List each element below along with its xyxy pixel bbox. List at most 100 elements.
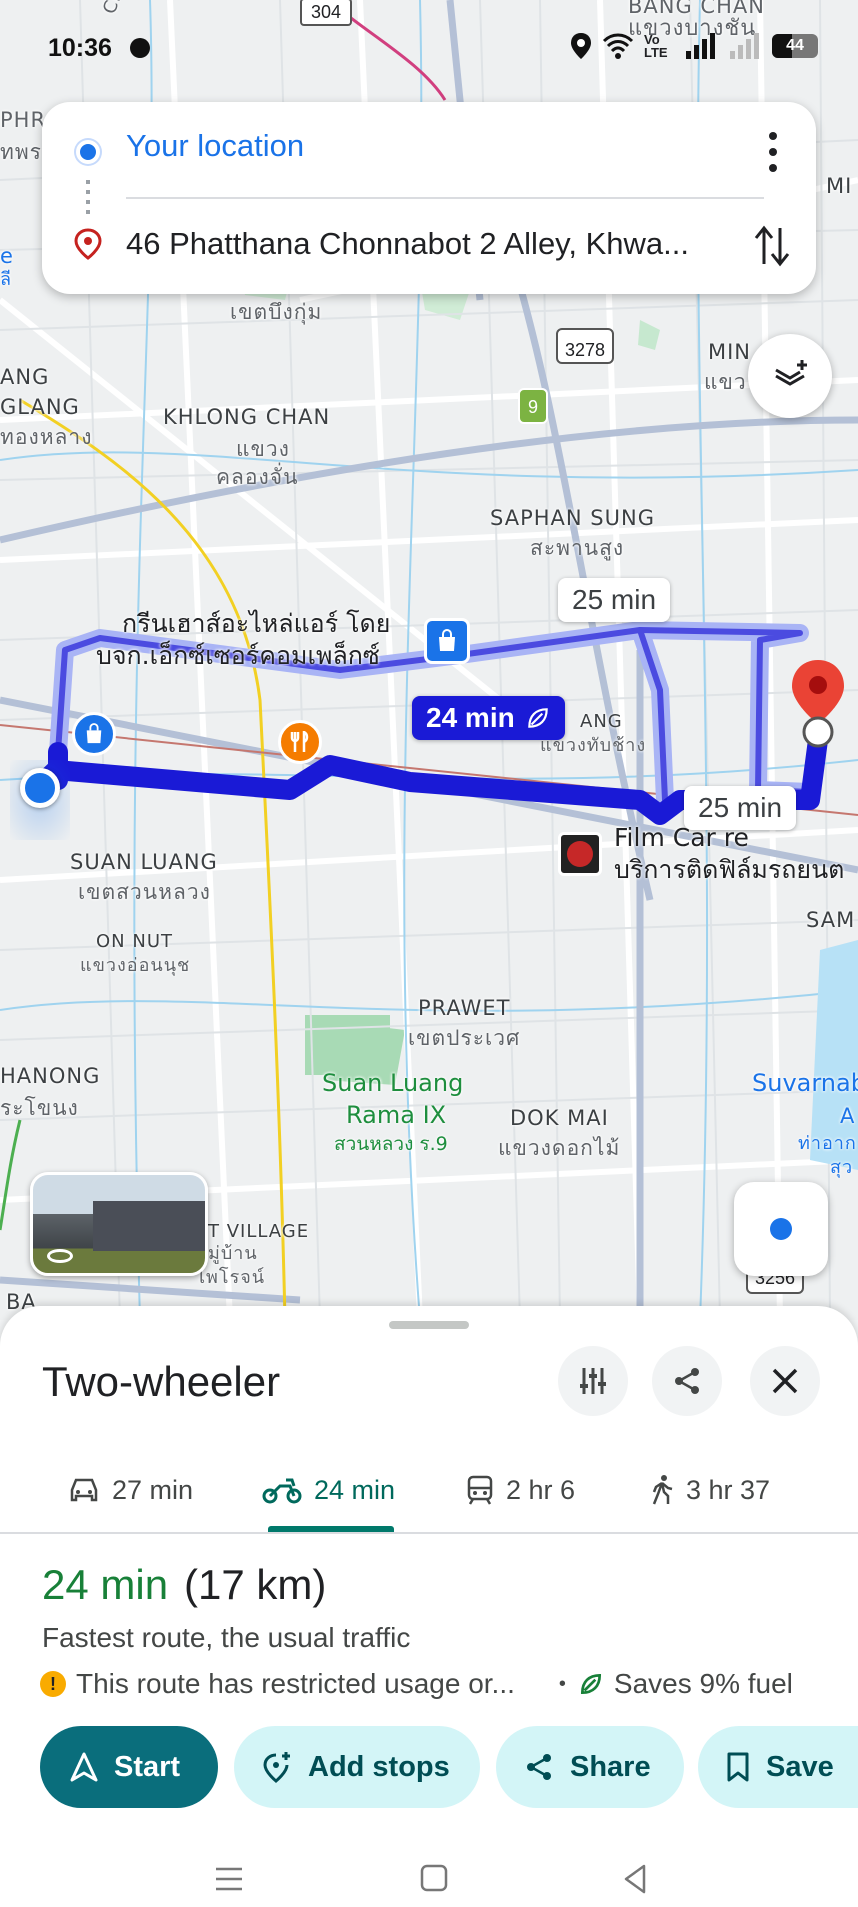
action-buttons: Start Add stops Share Save [40, 1726, 858, 1810]
separator-dot: • [558, 1672, 566, 1695]
map-label-suvarnab: Suvarnab [752, 1069, 858, 1097]
recenter-button[interactable] [734, 1182, 828, 1276]
share-button[interactable]: Share [496, 1726, 684, 1808]
add-stops-button[interactable]: Add stops [234, 1726, 480, 1808]
motorbike-icon [262, 1478, 302, 1504]
route-options-button[interactable] [558, 1346, 628, 1416]
fuel-savings-text: Saves 9% fuel [613, 1668, 793, 1699]
route-bubble-alt-1[interactable]: 25 min [558, 578, 671, 622]
share-icon [527, 1754, 551, 1780]
restaurant-icon[interactable] [278, 720, 322, 764]
current-location-dot [20, 768, 60, 808]
save-button[interactable]: Save [698, 1726, 858, 1808]
shopping-bag-icon[interactable] [424, 618, 470, 664]
start-button[interactable]: Start [40, 1726, 218, 1808]
home-icon[interactable] [420, 1864, 448, 1892]
tab-car-label: 27 min [112, 1474, 194, 1505]
map-label-edge-thai: ลี [0, 269, 13, 290]
map-label-suan-luang-thai: เขตสวนหลวง [78, 880, 211, 904]
origin-dot-icon [76, 140, 100, 164]
map-label-prawet: PRAWET [418, 996, 511, 1020]
destination-pin-icon[interactable] [790, 658, 846, 753]
swap-directions-icon[interactable] [754, 224, 790, 268]
map-label-park-line2: Rama IX [346, 1101, 447, 1129]
layers-icon [775, 360, 807, 386]
map-label-suvarnab-thai2: สุว [830, 1157, 854, 1178]
map-label-ang: ANG [0, 365, 50, 389]
sheet-title: Two-wheeler [42, 1358, 281, 1405]
map-label-khlong-chan: KHLONG CHAN [163, 405, 331, 429]
tab-two-wheeler[interactable]: 24 min [262, 1446, 395, 1534]
route-bubble-primary[interactable]: 24 min [412, 696, 565, 740]
route-description: Fastest route, the usual traffic [42, 1622, 411, 1653]
map-label-hanong-thai: ระโขนง [0, 1096, 79, 1120]
route-connector [86, 180, 90, 220]
destination-pin-small-icon [74, 228, 102, 260]
back-icon[interactable] [622, 1864, 648, 1894]
more-options-button[interactable] [758, 132, 788, 172]
location-status-icon [571, 33, 591, 59]
map-label-prawet-thai: เขตประเวศ [408, 1026, 521, 1050]
sheet-drag-handle[interactable] [389, 1321, 469, 1329]
map-label-sam: SAM [806, 908, 856, 932]
close-button[interactable] [750, 1346, 820, 1416]
route-input-card: Your location 46 Phatthana Chonnabot 2 A… [42, 102, 816, 294]
wifi-icon [602, 33, 634, 59]
tab-walk-label: 3 hr 37 [686, 1474, 771, 1505]
road-shield-9: 9 [518, 388, 548, 424]
destination-field[interactable]: 46 Phatthana Chonnabot 2 Alley, Khwa... [126, 226, 726, 262]
route-duration: 24 min [42, 1561, 169, 1608]
street-view-360-icon [47, 1249, 73, 1263]
poi-label-store-line1[interactable]: กรีนเฮาส์อะไหล่แอร์ โดย [122, 609, 390, 639]
route-bubble-alt-2[interactable]: 25 min [684, 786, 797, 830]
transit-icon [467, 1475, 493, 1505]
eco-leaf-icon [527, 708, 548, 728]
poi-label-film-care-thai[interactable]: บริการติดฟิล์มรถยนต [614, 855, 844, 885]
tab-transit[interactable]: 2 hr 6 [466, 1446, 575, 1534]
active-tab-indicator [268, 1526, 394, 1532]
map-label-phr-thai: ทพร [0, 140, 42, 164]
recent-apps-icon[interactable] [214, 1866, 244, 1892]
map-label-suan-luang: SUAN LUANG [70, 850, 218, 874]
share-route-button[interactable] [652, 1346, 722, 1416]
shopping-pin-icon[interactable] [72, 712, 116, 756]
tune-icon [580, 1368, 606, 1394]
bookmark-icon [727, 1752, 749, 1782]
map-label-khlong-chan-thai1: แขวง [236, 437, 290, 461]
map-label-village-thai1: มู่บ้าน [208, 1243, 258, 1264]
road-shield-3278: 3278 [556, 328, 614, 364]
save-label: Save [766, 1750, 834, 1783]
map-label-thap-chang: ANG [580, 711, 623, 732]
route-distance: (17 km) [184, 1561, 327, 1608]
eco-leaf-icon [580, 1673, 601, 1695]
close-icon [772, 1368, 798, 1394]
chat-notification-icon [130, 38, 150, 58]
volte-label: Vo LTE [644, 32, 668, 60]
walk-icon [652, 1475, 673, 1505]
tab-car[interactable]: 27 min [68, 1446, 193, 1534]
start-button-label: Start [114, 1750, 181, 1783]
route-notice-row[interactable]: ! This route has restricted usage or... … [40, 1668, 858, 1700]
map-label-dok-mai-thai: แขวงดอกไม้ [498, 1136, 621, 1160]
warning-icon: ! [40, 1671, 66, 1697]
tab-two-wheeler-label: 24 min [314, 1474, 396, 1505]
tab-walk[interactable]: 3 hr 37 [650, 1446, 770, 1534]
battery-level: 44 [786, 37, 804, 54]
status-time: 10:36 [48, 34, 112, 62]
poi-label-store-line2[interactable]: บจก.เอ็กซ์เซอร์คอมเพล็กซ์ [96, 641, 380, 671]
origin-field[interactable]: Your location [126, 128, 304, 164]
map-label-glang: GLANG [0, 395, 80, 419]
add-stops-label: Add stops [308, 1750, 450, 1783]
map-label-min-thai: แขว [704, 370, 747, 394]
directions-sheet: Two-wheeler 27 min 24 min 2 hr 6 3 hr 37… [0, 1306, 858, 1907]
map-label-on-nut-thai: แขวงอ่อนนุช [80, 955, 191, 976]
map-label-mi: MI [826, 174, 853, 198]
layers-button[interactable] [748, 334, 832, 418]
map-label-khlong-chan-thai2: คลองจั่น [216, 465, 299, 489]
film-care-logo-icon[interactable] [558, 832, 602, 876]
card-divider [126, 197, 764, 199]
map-label-bueng-kum: เขตบึงกุ่ม [230, 300, 323, 324]
share-label: Share [570, 1750, 651, 1783]
street-view-thumbnail[interactable] [30, 1172, 208, 1276]
map-label-suvarnab-2: A [840, 1104, 856, 1128]
